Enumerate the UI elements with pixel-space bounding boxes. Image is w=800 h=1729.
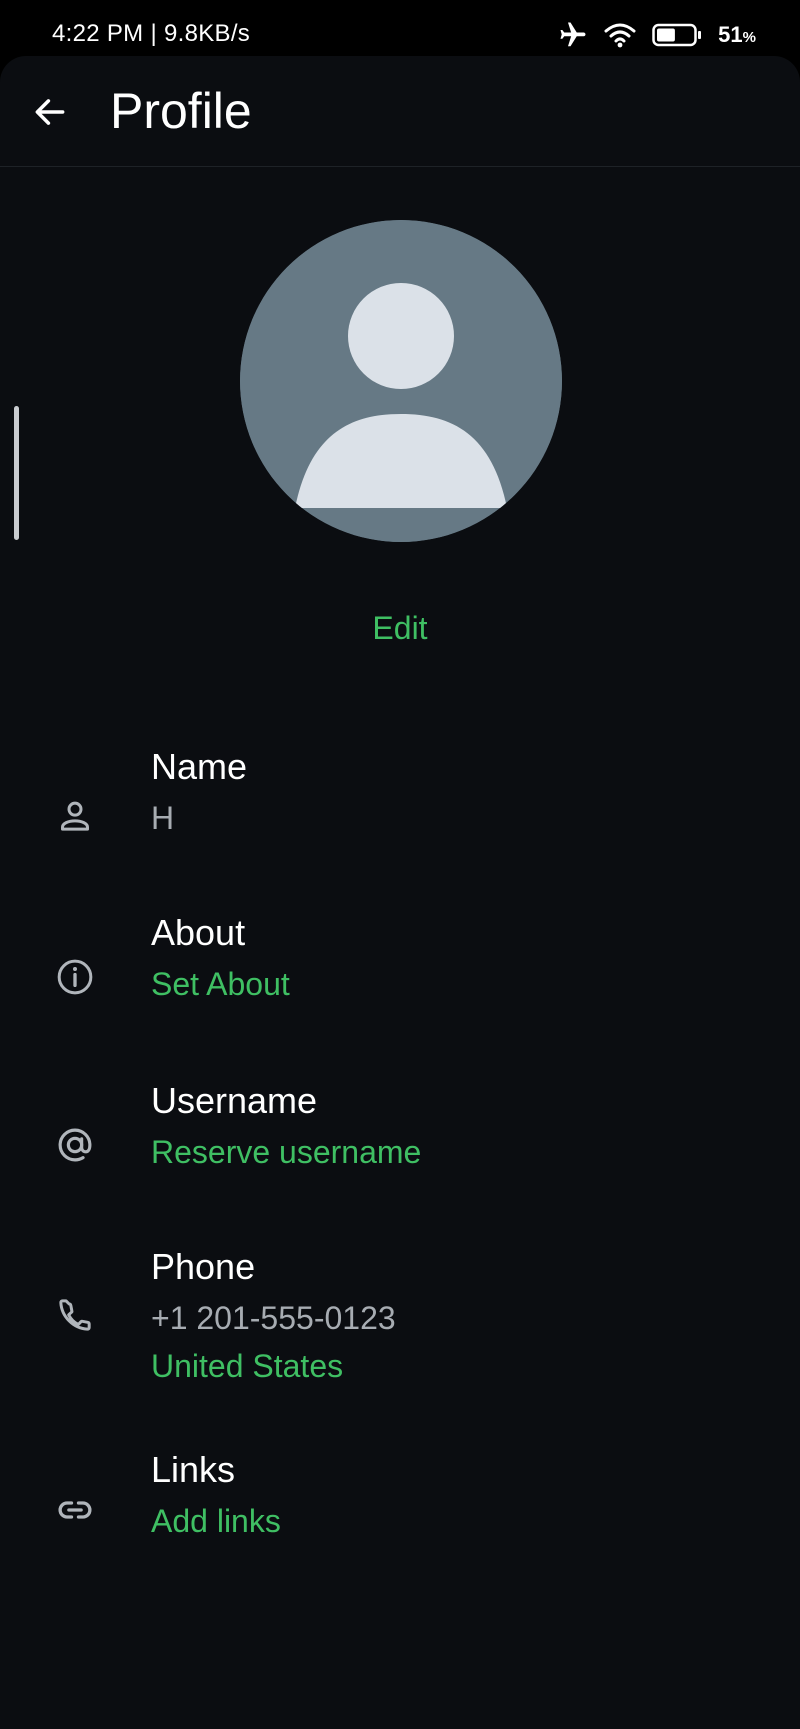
at-sign-icon [52, 1122, 98, 1168]
wifi-icon [604, 21, 636, 49]
about-label: About [151, 912, 246, 953]
add-links-link[interactable]: Add links [151, 1503, 281, 1540]
battery-percentage: 51% [718, 22, 756, 48]
back-button[interactable] [22, 86, 78, 142]
username-row[interactable]: Username Reserve username [0, 1080, 800, 1220]
phone-number: +1 201-555-0123 [151, 1300, 396, 1336]
page-title: Profile [110, 83, 252, 139]
person-icon [52, 792, 98, 838]
app-bar: Profile [0, 56, 800, 167]
phone-country-link[interactable]: United States [151, 1348, 343, 1385]
about-row[interactable]: About Set About [0, 912, 800, 1052]
battery-icon [652, 23, 702, 47]
battery-unit: % [742, 29, 756, 46]
profile-avatar[interactable] [240, 220, 562, 542]
scrollbar[interactable] [14, 406, 19, 540]
phone-icon [52, 1292, 98, 1338]
arrow-left-icon [31, 93, 69, 136]
link-icon [52, 1487, 98, 1533]
airplane-icon [558, 20, 588, 50]
reserve-username-link[interactable]: Reserve username [151, 1134, 421, 1171]
name-row[interactable]: Name H [0, 746, 800, 886]
default-person-avatar-icon [240, 220, 562, 542]
name-value: H [151, 800, 175, 836]
name-label: Name [151, 746, 248, 787]
battery-fill [657, 28, 676, 42]
profile-screen: Profile Edit Name H About Set About User… [0, 56, 800, 1729]
edit-avatar-link[interactable]: Edit [0, 610, 800, 647]
phone-label: Phone [151, 1246, 256, 1287]
status-time: 4:22 PM | 9.8KB/s [52, 20, 251, 47]
links-row[interactable]: Links Add links [0, 1449, 800, 1589]
battery-value: 51 [718, 22, 743, 47]
links-label: Links [151, 1449, 236, 1490]
phone-row[interactable]: Phone +1 201-555-0123 United States [0, 1246, 800, 1406]
info-icon [52, 954, 98, 1000]
status-icons: 51% [558, 18, 756, 52]
set-about-link[interactable]: Set About [151, 966, 290, 1003]
username-label: Username [151, 1080, 318, 1121]
